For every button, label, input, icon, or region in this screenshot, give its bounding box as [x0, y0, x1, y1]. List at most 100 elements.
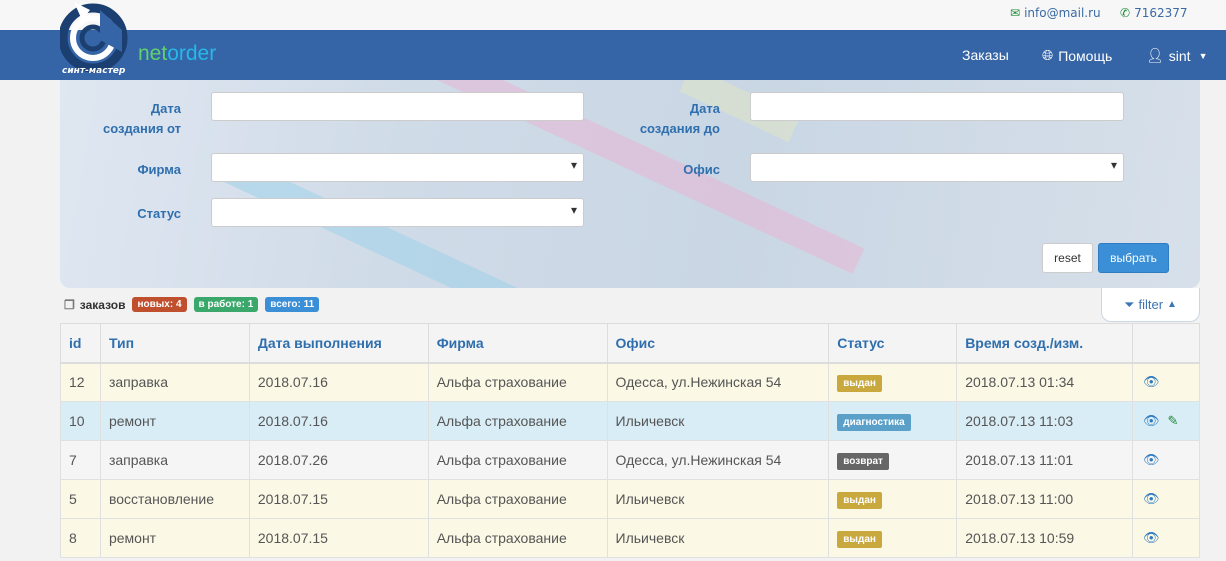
- phone-icon: ✆: [1120, 6, 1131, 20]
- edit-icon[interactable]: ✎: [1168, 413, 1179, 429]
- apply-filter-button[interactable]: выбрать: [1098, 243, 1169, 273]
- cell-time: 2018.07.13 11:01: [956, 440, 1133, 480]
- brand-part-order: order: [167, 42, 217, 65]
- eye-icon[interactable]: 👁︎: [1143, 491, 1160, 507]
- chevron-down-icon: ▼: [1198, 50, 1208, 61]
- cell-type: восстановление: [99, 479, 250, 519]
- column-header-due-date[interactable]: Дата выполнения: [248, 323, 429, 364]
- company-select[interactable]: [211, 153, 584, 182]
- cell-id: 7: [60, 440, 101, 480]
- cell-time: 2018.07.13 11:00: [956, 479, 1133, 519]
- status-badge: выдан: [837, 491, 882, 509]
- eye-icon[interactable]: 👁︎: [1143, 452, 1160, 468]
- cell-office: Одесса, ул.Нежинская 54: [606, 362, 830, 402]
- table-row[interactable]: 12 заправка 2018.07.16 Альфа страхование…: [60, 362, 1201, 402]
- column-header-type[interactable]: Тип: [99, 323, 250, 364]
- column-header-status[interactable]: Статус: [828, 323, 958, 364]
- cell-actions: 👁︎: [1131, 518, 1201, 558]
- column-header-actions: [1131, 323, 1201, 364]
- cell-status: выдан: [828, 362, 958, 402]
- phone-text: 7162377: [1134, 6, 1188, 20]
- logo-caption: синт-мастер: [62, 66, 126, 76]
- cell-actions: 👁︎: [1131, 362, 1201, 402]
- nav-user-label: sint: [1168, 47, 1191, 64]
- date-from-label-line1: Дата: [150, 101, 181, 116]
- column-header-company[interactable]: Фирма: [427, 323, 608, 364]
- eye-icon[interactable]: 👁︎: [1143, 374, 1160, 390]
- email-text: info@mail.ru: [1024, 6, 1101, 20]
- cell-due-date: 2018.07.15: [248, 518, 429, 558]
- table-row[interactable]: 8 ремонт 2018.07.15 Альфа страхование Ил…: [60, 518, 1201, 558]
- date-to-label: Дата создания до: [620, 99, 720, 139]
- cell-actions: 👁︎: [1131, 479, 1201, 519]
- orders-summary: ❐ заказов новых: 4 в работе: 1 всего: 11: [64, 297, 320, 312]
- chevron-up-icon: ▲: [1167, 299, 1177, 310]
- top-contact-bar: ✉ info@mail.ru ✆ 7162377: [0, 0, 1226, 30]
- cell-time: 2018.07.13 01:34: [956, 362, 1133, 402]
- new-count-badge: новых: 4: [132, 297, 187, 312]
- cell-company: Альфа страхование: [427, 479, 608, 519]
- cell-id: 5: [60, 479, 101, 519]
- cell-status: выдан: [828, 518, 958, 558]
- email-contact[interactable]: ✉ info@mail.ru: [1010, 6, 1101, 20]
- office-select[interactable]: [750, 153, 1124, 182]
- nav-help-label: Помощь: [1058, 47, 1113, 64]
- cell-office: Ильичевск: [606, 479, 830, 519]
- cell-company: Альфа страхование: [427, 440, 608, 480]
- status-select[interactable]: [211, 198, 584, 227]
- date-to-label-line2: создания до: [639, 121, 720, 136]
- eye-icon[interactable]: 👁︎: [1143, 530, 1160, 546]
- cell-type: заправка: [99, 440, 250, 480]
- filter-toggle[interactable]: ⏷ filter ▲: [1101, 288, 1200, 322]
- globe-icon: 🌐︎: [1042, 47, 1054, 63]
- eye-icon[interactable]: 👁︎: [1143, 413, 1160, 429]
- reset-button[interactable]: reset: [1042, 243, 1093, 273]
- table-row[interactable]: 10 ремонт 2018.07.16 Альфа страхование И…: [60, 401, 1201, 441]
- cell-status: выдан: [828, 479, 958, 519]
- cell-due-date: 2018.07.16: [248, 401, 429, 441]
- nav-orders-link[interactable]: Заказы: [962, 47, 1009, 63]
- cell-office: Ильичевск: [606, 518, 830, 558]
- date-from-input[interactable]: [211, 92, 584, 121]
- date-to-input[interactable]: [750, 92, 1124, 121]
- table-header-row: id Тип Дата выполнения Фирма Офис Статус…: [60, 323, 1201, 364]
- filter-icon: ⏷: [1124, 296, 1135, 312]
- cell-id: 12: [60, 362, 101, 402]
- cell-company: Альфа страхование: [427, 401, 608, 441]
- cell-company: Альфа страхование: [427, 362, 608, 402]
- user-icon: 👤︎: [1146, 47, 1164, 63]
- column-header-time[interactable]: Время созд./изм.: [956, 323, 1133, 364]
- orders-table: id Тип Дата выполнения Фирма Офис Статус…: [60, 323, 1201, 558]
- cell-actions: 👁︎ ✎: [1131, 401, 1201, 441]
- cell-type: ремонт: [99, 401, 250, 441]
- cell-status: диагностика: [828, 401, 958, 441]
- company-label: Фирма: [137, 162, 181, 177]
- filter-panel: Дата создания от Дата создания до Фирма …: [60, 80, 1200, 288]
- cell-office: Одесса, ул.Нежинская 54: [606, 440, 830, 480]
- nav-help-link[interactable]: 🌐︎ Помощь: [1042, 47, 1112, 64]
- cell-time: 2018.07.13 11:03: [956, 401, 1133, 441]
- table-row[interactable]: 7 заправка 2018.07.26 Альфа страхование …: [60, 440, 1201, 480]
- cell-status: возврат: [828, 440, 958, 480]
- copy-icon: ❐: [64, 297, 75, 312]
- total-count-badge: всего: 11: [265, 297, 320, 312]
- office-label: Офис: [683, 162, 720, 177]
- brand-name[interactable]: netorder: [138, 42, 216, 66]
- cell-id: 10: [60, 401, 101, 441]
- column-header-office[interactable]: Офис: [606, 323, 830, 364]
- status-badge: диагностика: [837, 413, 911, 431]
- status-badge: выдан: [837, 530, 882, 548]
- envelope-icon: ✉: [1010, 6, 1021, 20]
- nav-user-menu[interactable]: 👤︎ sint ▼: [1146, 47, 1208, 64]
- table-row[interactable]: 5 восстановление 2018.07.15 Альфа страхо…: [60, 479, 1201, 519]
- orders-label: заказов: [79, 297, 126, 312]
- phone-contact[interactable]: ✆ 7162377: [1120, 6, 1188, 20]
- column-header-id[interactable]: id: [60, 323, 101, 364]
- in-work-count-badge: в работе: 1: [193, 297, 259, 312]
- status-label: Статус: [137, 206, 181, 221]
- date-from-label-line2: создания от: [103, 121, 181, 136]
- cell-due-date: 2018.07.26: [248, 440, 429, 480]
- status-badge: выдан: [837, 374, 882, 392]
- cell-type: заправка: [99, 362, 250, 402]
- date-to-label-line1: Дата: [689, 101, 720, 116]
